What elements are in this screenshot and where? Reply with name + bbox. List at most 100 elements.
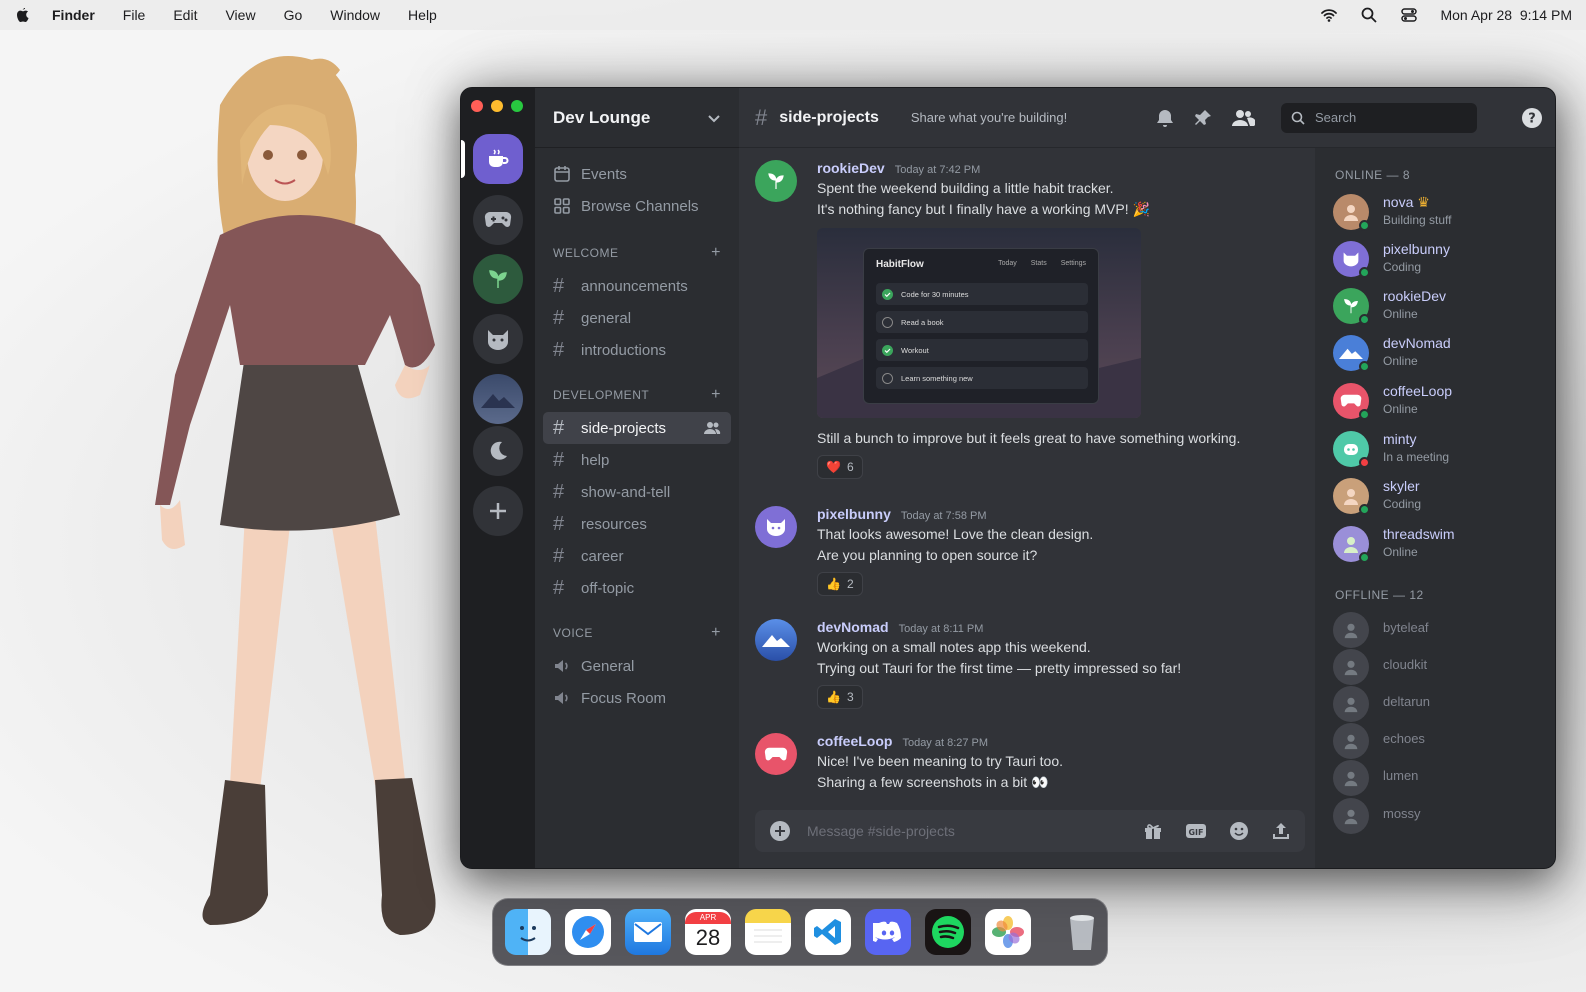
message-timestamp: Today at 7:42 PM [894, 164, 981, 176]
member-coffeeloop[interactable]: coffeeLoop Online [1333, 381, 1543, 421]
message-author[interactable]: devNomad [817, 619, 889, 635]
member-deltarun[interactable]: deltarun [1333, 684, 1543, 724]
zoom-window-button[interactable] [511, 100, 523, 112]
channel-title: side-projects [779, 108, 879, 126]
category-development[interactable]: DEVELOPMENT + [543, 384, 731, 406]
server-plants[interactable] [473, 254, 523, 304]
member-rookiedev[interactable]: rookieDev Online [1333, 286, 1543, 326]
wifi-icon[interactable] [1320, 6, 1338, 24]
channel-announcements[interactable]: # announcements [543, 270, 731, 302]
channel-off-topic[interactable]: # off-topic [543, 572, 731, 604]
add-attachment-icon[interactable] [769, 820, 791, 842]
bell-icon[interactable] [1155, 108, 1175, 128]
member-minty[interactable]: minty In a meeting [1333, 429, 1543, 469]
add-channel-icon[interactable]: + [711, 624, 721, 642]
message-author[interactable]: coffeeLoop [817, 733, 892, 749]
member-nova[interactable]: nova ♛ Building stuff [1333, 192, 1543, 232]
notes-app-icon[interactable] [745, 909, 791, 955]
voice-channel-focus-room[interactable]: Focus Room [543, 682, 731, 714]
server-night[interactable] [473, 426, 523, 476]
discord-app-icon[interactable] [865, 909, 911, 955]
add-channel-icon[interactable]: + [711, 386, 721, 404]
server-cats[interactable] [473, 314, 523, 364]
category-welcome[interactable]: WELCOME + [543, 242, 731, 264]
trash-app-icon[interactable] [1059, 909, 1105, 955]
vscode-app-icon[interactable] [805, 909, 851, 955]
channel-career[interactable]: # career [543, 540, 731, 572]
menubar-clock[interactable]: Mon Apr 28 9:14 PM [1440, 7, 1572, 23]
minimize-window-button[interactable] [491, 100, 503, 112]
server-mountains[interactable] [473, 374, 523, 424]
menu-app-name[interactable]: Finder [52, 7, 95, 23]
reaction-thumbs-up[interactable]: 👍 2 [817, 572, 863, 596]
member-echoes[interactable]: echoes [1333, 721, 1543, 761]
avatar[interactable] [755, 160, 797, 202]
avatar [1333, 798, 1369, 834]
server-dev-lounge[interactable] [473, 134, 523, 184]
pin-icon[interactable] [1193, 108, 1213, 128]
avatar[interactable] [755, 733, 797, 775]
menu-edit[interactable]: Edit [173, 7, 197, 23]
voice-channel-general[interactable]: General [543, 650, 731, 682]
channel-side-projects[interactable]: # side-projects [543, 412, 731, 444]
message-composer[interactable]: Message #side-projects GIF [755, 810, 1305, 852]
hash-icon: # [553, 448, 565, 471]
menu-file[interactable]: File [123, 7, 146, 23]
category-voice[interactable]: VOICE + [543, 622, 731, 644]
member-status: Online [1383, 307, 1418, 321]
gift-icon[interactable] [1143, 821, 1163, 841]
member-cloudkit[interactable]: cloudkit [1333, 647, 1543, 687]
reaction-thumbs-up[interactable]: 👍 3 [817, 685, 863, 709]
menu-view[interactable]: View [225, 7, 255, 23]
search-bar[interactable]: Search [1281, 102, 1477, 133]
channel-label: general [581, 309, 632, 327]
browse-channels-label: Browse Channels [581, 197, 699, 215]
spotify-app-icon[interactable] [925, 909, 971, 955]
channel-general[interactable]: # general [543, 302, 731, 334]
channel-resources[interactable]: # resources [543, 508, 731, 540]
message-input[interactable]: Message #side-projects [807, 823, 955, 839]
add-member-icon[interactable] [703, 421, 721, 435]
reaction-heart[interactable]: ❤️ 6 [817, 455, 863, 479]
guild-header[interactable]: Dev Lounge [535, 88, 739, 148]
member-byteleaf[interactable]: byteleaf [1333, 610, 1543, 650]
help-icon[interactable]: ? [1521, 107, 1543, 129]
safari-app-icon[interactable] [565, 909, 611, 955]
channel-help[interactable]: # help [543, 444, 731, 476]
message-author[interactable]: rookieDev [817, 160, 885, 176]
member-name: devNomad [1383, 335, 1451, 351]
menu-go[interactable]: Go [284, 7, 303, 23]
calendar-app-icon[interactable]: APR 28 [685, 909, 731, 955]
habitflow-screenshot-embed[interactable]: HabitFlow Today Stats Settings Code for … [817, 228, 1141, 418]
member-pixelbunny[interactable]: pixelbunny Coding [1333, 239, 1543, 279]
add-server-button[interactable] [473, 486, 523, 536]
avatar[interactable] [755, 506, 797, 548]
emoji-icon[interactable] [1229, 821, 1249, 841]
mail-app-icon[interactable] [625, 909, 671, 955]
member-devnomad[interactable]: devNomad Online [1333, 333, 1543, 373]
menu-help[interactable]: Help [408, 7, 437, 23]
channel-introductions[interactable]: # introductions [543, 334, 731, 366]
apple-icon[interactable] [14, 6, 30, 24]
channel-show-and-tell[interactable]: # show-and-tell [543, 476, 731, 508]
avatar[interactable] [755, 619, 797, 661]
spotlight-search-icon[interactable] [1360, 6, 1378, 24]
habitflow-app-card: HabitFlow Today Stats Settings Code for … [863, 248, 1099, 404]
photos-app-icon[interactable] [985, 909, 1031, 955]
member-threadswim[interactable]: threadswim Online [1333, 524, 1543, 564]
close-window-button[interactable] [471, 100, 483, 112]
finder-app-icon[interactable] [505, 909, 551, 955]
control-center-icon[interactable] [1400, 6, 1418, 24]
member-skyler[interactable]: skyler Coding [1333, 476, 1543, 516]
member-list-icon[interactable] [1231, 108, 1255, 128]
menu-window[interactable]: Window [330, 7, 380, 23]
message-author[interactable]: pixelbunny [817, 506, 891, 522]
add-channel-icon[interactable]: + [711, 244, 721, 262]
upload-icon[interactable] [1271, 821, 1291, 841]
member-mossy[interactable]: mossy [1333, 796, 1543, 836]
events-link[interactable]: Events [543, 158, 731, 190]
browse-channels-link[interactable]: Browse Channels [543, 190, 731, 222]
server-gaming[interactable] [473, 195, 523, 245]
member-lumen[interactable]: lumen [1333, 758, 1543, 798]
gif-icon[interactable]: GIF [1185, 821, 1207, 841]
